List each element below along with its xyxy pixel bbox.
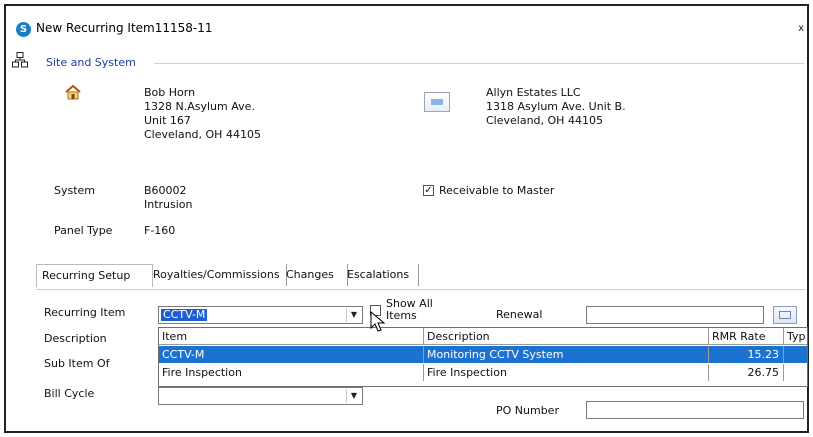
mouse-pointer-icon (370, 311, 386, 332)
recurring-item-label: Recurring Item (44, 306, 126, 319)
dialog-window: S New Recurring Item11158-11 x Site and … (4, 4, 809, 433)
recurring-item-value: CCTV-M (161, 308, 208, 321)
recurring-item-combobox[interactable]: CCTV-M ▼ (158, 306, 363, 324)
renewal-date-input[interactable] (586, 306, 764, 324)
tab-escalations[interactable]: Escalations (342, 264, 419, 286)
calendar-icon[interactable] (773, 306, 797, 324)
description-label: Description (44, 332, 107, 345)
app-logo-icon: S (16, 22, 31, 37)
billing-address-block: Allyn Estates LLC 1318 Asylum Ave. Unit … (486, 86, 626, 128)
list-item[interactable]: CCTV-M Monitoring CCTV System 15.23 (159, 346, 807, 363)
billing-address-line1: 1318 Asylum Ave. Unit B. (486, 100, 626, 113)
site-name: Bob Horn (144, 86, 196, 99)
billing-card-icon[interactable] (424, 92, 450, 112)
section-title: Site and System (46, 56, 136, 69)
site-system-section-header: Site and System (6, 50, 807, 72)
system-label: System (54, 184, 96, 197)
recurring-item-dropdown-list: Item Description RMR Rate Typ CCTV-M Mon… (158, 327, 808, 387)
rmr-rate-cell: 26.75 (709, 364, 784, 381)
site-address-line1: 1328 N.Asylum Ave. (144, 100, 255, 113)
close-icon[interactable]: x (798, 23, 804, 34)
type-cell (784, 346, 807, 363)
rmr-rate-cell: 15.23 (709, 346, 784, 363)
item-cell: Fire Inspection (159, 364, 424, 381)
section-divider (154, 63, 804, 64)
receivable-to-master-label: Receivable to Master (439, 184, 555, 197)
renewal-label: Renewal (496, 308, 543, 321)
bill-cycle-label: Bill Cycle (44, 387, 95, 400)
panel-type-value: F-160 (144, 224, 176, 237)
panel-type-label: Panel Type (54, 224, 113, 237)
po-number-input[interactable] (586, 401, 804, 419)
tab-changes[interactable]: Changes (281, 264, 348, 286)
type-cell (784, 364, 807, 381)
po-number-label: PO Number (496, 404, 559, 417)
column-header-type[interactable]: Typ (784, 328, 807, 345)
site-city-state-zip: Cleveland, OH 44105 (144, 128, 261, 141)
system-type: Intrusion (144, 198, 193, 211)
show-all-items-label: Show All Items (386, 297, 433, 322)
network-hierarchy-icon (12, 52, 28, 68)
site-address-block: Bob Horn 1328 N.Asylum Ave. Unit 167 Cle… (144, 86, 261, 142)
column-header-rmr-rate[interactable]: RMR Rate (709, 328, 784, 345)
dropdown-header-row: Item Description RMR Rate Typ (159, 328, 807, 345)
description-cell: Monitoring CCTV System (424, 346, 709, 363)
window-title: New Recurring Item11158-11 (36, 21, 213, 35)
description-cell: Fire Inspection (424, 364, 709, 381)
bill-cycle-combobox[interactable]: ▼ (158, 387, 363, 405)
tab-royalties-commissions[interactable]: Royalties/Commissions (148, 264, 287, 286)
bill-cycle-value (161, 390, 165, 402)
chevron-down-icon[interactable]: ▼ (346, 389, 361, 403)
house-icon[interactable] (64, 84, 82, 100)
billing-city-state-zip: Cleveland, OH 44105 (486, 114, 603, 127)
list-item[interactable]: Fire Inspection Fire Inspection 26.75 (159, 364, 807, 381)
billing-name: Allyn Estates LLC (486, 86, 581, 99)
column-header-description[interactable]: Description (424, 328, 709, 345)
sub-item-of-label: Sub Item Of (44, 357, 110, 370)
system-number: B60002 (144, 184, 187, 197)
item-cell: CCTV-M (159, 346, 424, 363)
site-address-line2: Unit 167 (144, 114, 191, 127)
title-bar[interactable]: S New Recurring Item11158-11 x (6, 6, 807, 46)
chevron-down-icon[interactable]: ▼ (346, 308, 361, 322)
receivable-to-master-checkbox[interactable]: ✓ (423, 185, 434, 196)
tab-recurring-setup[interactable]: Recurring Setup (36, 264, 153, 287)
tab-underline (36, 289, 806, 290)
